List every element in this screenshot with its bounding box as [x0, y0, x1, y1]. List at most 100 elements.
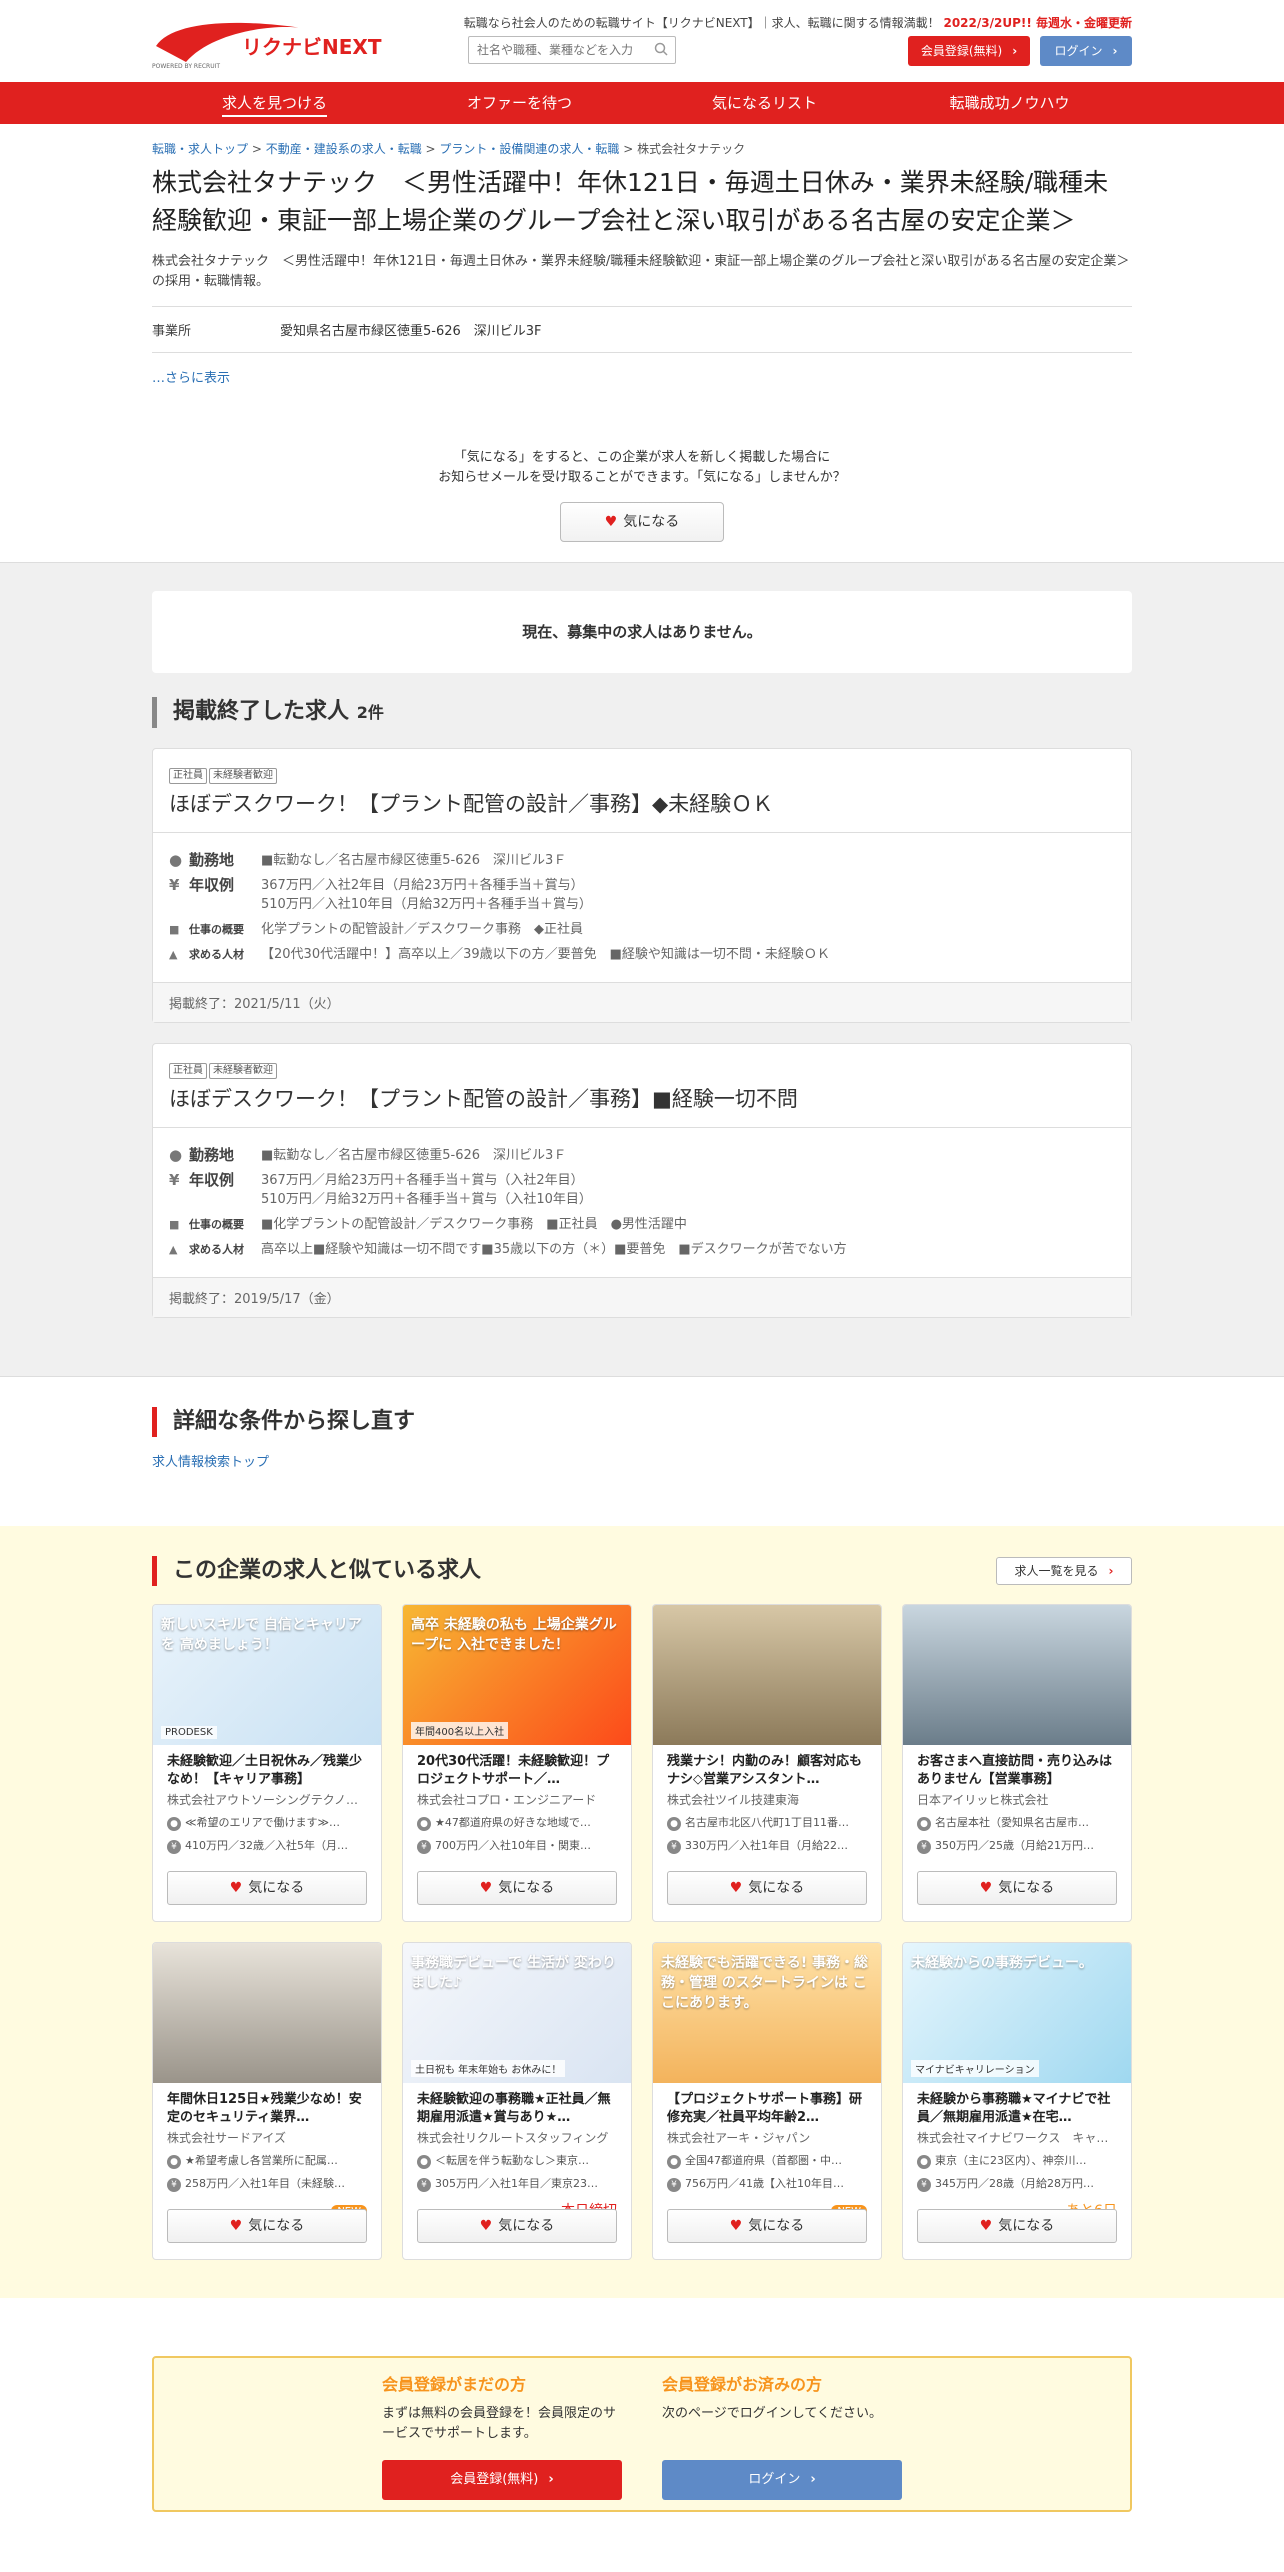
- location-pin-icon: ●: [417, 2155, 431, 2169]
- card-title[interactable]: 未経験から事務職★マイナビで社員／無期雇用派遣★在宅…: [917, 2091, 1117, 2127]
- card-favorite-button[interactable]: ♥ 気になる: [167, 2209, 367, 2243]
- card-title[interactable]: お客さまへ直接訪問・売り込みはありません【営業事務】: [917, 1753, 1117, 1789]
- chevron-right-icon: ›: [1108, 1564, 1114, 1578]
- card-salary: 756万円／41歳【入社10年目…: [685, 2177, 844, 2190]
- register-button[interactable]: 会員登録(無料) ›: [908, 36, 1030, 66]
- cta-register-button[interactable]: 会員登録(無料) ›: [382, 2460, 622, 2500]
- heart-icon: ♥: [604, 514, 618, 530]
- favorite-button[interactable]: ♥ 気になる: [560, 502, 724, 542]
- search-top-link[interactable]: 求人情報検索トップ: [152, 1451, 1132, 1470]
- person-icon: ▲: [169, 948, 178, 961]
- card-salary: 345万円／28歳（月給28万円…: [935, 2177, 1094, 2190]
- chevron-right-icon: ›: [548, 2472, 554, 2487]
- yen-icon: ¥: [417, 2178, 431, 2192]
- job-photo[interactable]: 事務職デビューで 生活が 変わりました♪ 土日祝も 年末年始も お休みに！: [403, 1943, 631, 2083]
- global-nav: 求人を見つける オファーを待つ 気になるリスト 転職成功ノウハウ: [0, 82, 1284, 124]
- similar-job-card[interactable]: 年間休日125日★残業少なめ！安定のセキュリティ業界… 株式会社サードアイズ ● ★希…: [152, 1942, 382, 2260]
- job-overview: ■化学プラントの配管設計／デスクワーク事務 ■正社員 ●男性活躍中: [261, 1217, 687, 1232]
- job-salary: 367万円／月給23万円＋各種手当＋賞与（入社2年目） 510万円／月給32万円＋…: [261, 1173, 592, 1207]
- similar-heading: この企業の求人と似ている求人: [152, 1556, 481, 1586]
- nav-knowhow[interactable]: 転職成功ノウハウ: [887, 82, 1132, 124]
- card-favorite-button[interactable]: ♥ 気になる: [917, 2209, 1117, 2243]
- similar-job-card[interactable]: 新しいスキルで 自信とキャリアを 高めましょう！ PRODESK 未経験歓迎／土日祝…: [152, 1604, 382, 1922]
- card-location: ＜転居を伴う転勤なし＞東京…: [435, 2154, 589, 2167]
- card-location: 名古屋本社（愛知県名古屋市…: [935, 1816, 1089, 1829]
- job-title[interactable]: ほぼデスクワーク！【プラント配管の設計／事務】■経験一切不問: [169, 1083, 1115, 1115]
- similar-job-card[interactable]: 高卒 未経験の私も 上場企業グループに 入社できました！ 年間400名以上入社 20…: [402, 1604, 632, 1922]
- job-photo[interactable]: 新しいスキルで 自信とキャリアを 高めましょう！ PRODESK: [153, 1605, 381, 1745]
- card-title[interactable]: 年間休日125日★残業少なめ！安定のセキュリティ業界…: [167, 2091, 367, 2127]
- card-salary: 258万円／入社1年目（未経験…: [185, 2177, 345, 2190]
- job-list-button[interactable]: 求人一覧を見る ›: [996, 1557, 1132, 1585]
- page-subtitle: 株式会社タナテック ＜男性活躍中！年休121日・毎週土日休み・業界未経験/職種未…: [152, 254, 1130, 289]
- ended-job-card[interactable]: 正社員 未経験者歓迎 ほぼデスクワーク！【プラント配管の設計／事務】■経験一切不問…: [152, 1043, 1132, 1318]
- logo[interactable]: リクナビNEXT POWERED BY RECRUIT: [152, 16, 402, 70]
- job-photo[interactable]: [153, 1943, 381, 2083]
- breadcrumb: 転職・求人トップ > 不動産・建設系の求人・転職 > プラント・設備関連の求人・…: [152, 142, 746, 156]
- card-company: 日本アイリッヒ株式会社: [917, 1793, 1049, 1807]
- logo-swoosh-icon: リクナビNEXT POWERED BY RECRUIT: [152, 22, 382, 70]
- card-favorite-button[interactable]: ♥ 気になる: [667, 1871, 867, 1905]
- card-location: 東京（主に23区内）、神奈川…: [935, 2154, 1087, 2167]
- briefcase-icon: ■: [169, 1218, 180, 1231]
- heart-icon: ♥: [729, 2218, 743, 2234]
- yen-icon: ¥: [167, 1840, 181, 1854]
- job-title[interactable]: ほぼデスクワーク！【プラント配管の設計／事務】◆未経験ＯＫ: [169, 788, 1115, 820]
- nav-wait-offers[interactable]: オファーを待つ: [397, 82, 642, 124]
- job-photo[interactable]: 未経験でも活躍できる! 事務・総務・管理 のスタートラインは ここにあります。: [653, 1943, 881, 2083]
- card-location: ≪希望のエリアで働けます≫…: [185, 1816, 341, 1829]
- search-icon[interactable]: [654, 42, 668, 56]
- similar-jobs-grid: 新しいスキルで 自信とキャリアを 高めましょう！ PRODESK 未経験歓迎／土日祝…: [152, 1604, 1132, 2260]
- job-photo[interactable]: 高卒 未経験の私も 上場企業グループに 入社できました！ 年間400名以上入社: [403, 1605, 631, 1745]
- similar-job-card[interactable]: 未経験からの事務デビュー。 マイナビキャリレーション未経験から事務職★マイナビで社…: [902, 1942, 1132, 2260]
- svg-text:POWERED BY RECRUIT: POWERED BY RECRUIT: [152, 63, 220, 70]
- cta-left-heading: 会員登録がまだの方: [382, 2375, 527, 2394]
- card-title[interactable]: 【プロジェクトサポート事務】研修充実／社員平均年齢2…: [667, 2091, 867, 2127]
- cta-login-button[interactable]: ログイン ›: [662, 2460, 902, 2500]
- similar-job-card[interactable]: お客さまへ直接訪問・売り込みはありません【営業事務】日本アイリッヒ株式会社 ● 名古…: [902, 1604, 1132, 1922]
- card-company: 株式会社アーキ・ジャパン: [667, 2131, 811, 2145]
- card-company: 株式会社リクルートスタッフィング: [417, 2131, 609, 2145]
- location-pin-icon: ●: [169, 851, 183, 869]
- similar-job-card[interactable]: 残業ナシ！内勤のみ！顧客対応もナシ◇営業アシスタント… 株式会社ツイル技建東海 ● 名…: [652, 1604, 882, 1922]
- chevron-right-icon: ›: [1112, 44, 1118, 58]
- yen-icon: ¥: [169, 1171, 180, 1189]
- breadcrumb-link[interactable]: 転職・求人トップ: [152, 142, 248, 156]
- card-favorite-button[interactable]: ♥ 気になる: [167, 1871, 367, 1905]
- card-favorite-button[interactable]: ♥ 気になる: [917, 1871, 1117, 1905]
- job-photo[interactable]: 未経験からの事務デビュー。 マイナビキャリレーション: [903, 1943, 1131, 2083]
- card-title[interactable]: 20代30代活躍！未経験歓迎！プロジェクトサポート／…: [417, 1753, 617, 1789]
- chevron-right-icon: ›: [1012, 44, 1018, 58]
- card-favorite-button[interactable]: ♥ 気になる: [667, 2209, 867, 2243]
- breadcrumb-link[interactable]: 不動産・建設系の求人・転職: [266, 142, 422, 156]
- login-button[interactable]: ログイン ›: [1040, 36, 1132, 66]
- similar-job-card[interactable]: 未経験でも活躍できる! 事務・総務・管理 のスタートラインは ここにあります。【…: [652, 1942, 882, 2260]
- nav-favorites[interactable]: 気になるリスト: [642, 82, 887, 124]
- job-end-date: 掲載終了：2021/5/11（火）: [153, 982, 1131, 1022]
- yen-icon: ¥: [417, 1840, 431, 1854]
- nav-find-jobs[interactable]: 求人を見つける: [152, 82, 397, 124]
- heart-icon: ♥: [979, 1880, 993, 1896]
- svg-text:リクナビNEXT: リクナビNEXT: [242, 35, 382, 59]
- search-input[interactable]: [468, 36, 676, 64]
- similar-job-card[interactable]: 事務職デビューで 生活が 変わりました♪ 土日祝も 年末年始も お休みに！ 未経験歓…: [402, 1942, 632, 2260]
- location-pin-icon: ●: [417, 1817, 431, 1831]
- research-section: 詳細な条件から探し直す 求人情報検索トップ: [0, 1377, 1284, 1526]
- card-company: 株式会社コプロ・エンジニアード: [417, 1793, 597, 1807]
- job-photo[interactable]: [653, 1605, 881, 1745]
- yen-icon: ¥: [167, 2178, 181, 2192]
- job-photo[interactable]: [903, 1605, 1131, 1745]
- show-more-link[interactable]: …さらに表示: [152, 367, 1132, 386]
- person-icon: ▲: [169, 1243, 178, 1256]
- card-favorite-button[interactable]: ♥ 気になる: [417, 2209, 617, 2243]
- cta-right-text: 次のページでログインしてください。: [662, 2406, 882, 2421]
- card-title[interactable]: 未経験歓迎の事務職★正社員／無期雇用派遣★賞与あり★…: [417, 2091, 617, 2127]
- card-favorite-button[interactable]: ♥ 気になる: [417, 1871, 617, 1905]
- location-pin-icon: ●: [917, 1817, 931, 1831]
- card-title[interactable]: 残業ナシ！内勤のみ！顧客対応もナシ◇営業アシスタント…: [667, 1753, 867, 1789]
- tag-badge: 未経験者歓迎: [209, 768, 277, 784]
- breadcrumb-link[interactable]: プラント・設備関連の求人・転職: [439, 142, 619, 156]
- favorite-prompt: 「気になる」をすると、この企業が求人を新しく掲載した場合に お知らせメールを受け…: [152, 386, 1132, 564]
- card-title[interactable]: 未経験歓迎／土日祝休み／残業少なめ！【キャリア事務】: [167, 1753, 367, 1789]
- ended-job-card[interactable]: 正社員 未経験者歓迎 ほぼデスクワーク！【プラント配管の設計／事務】◆未経験ＯＫ …: [152, 748, 1132, 1023]
